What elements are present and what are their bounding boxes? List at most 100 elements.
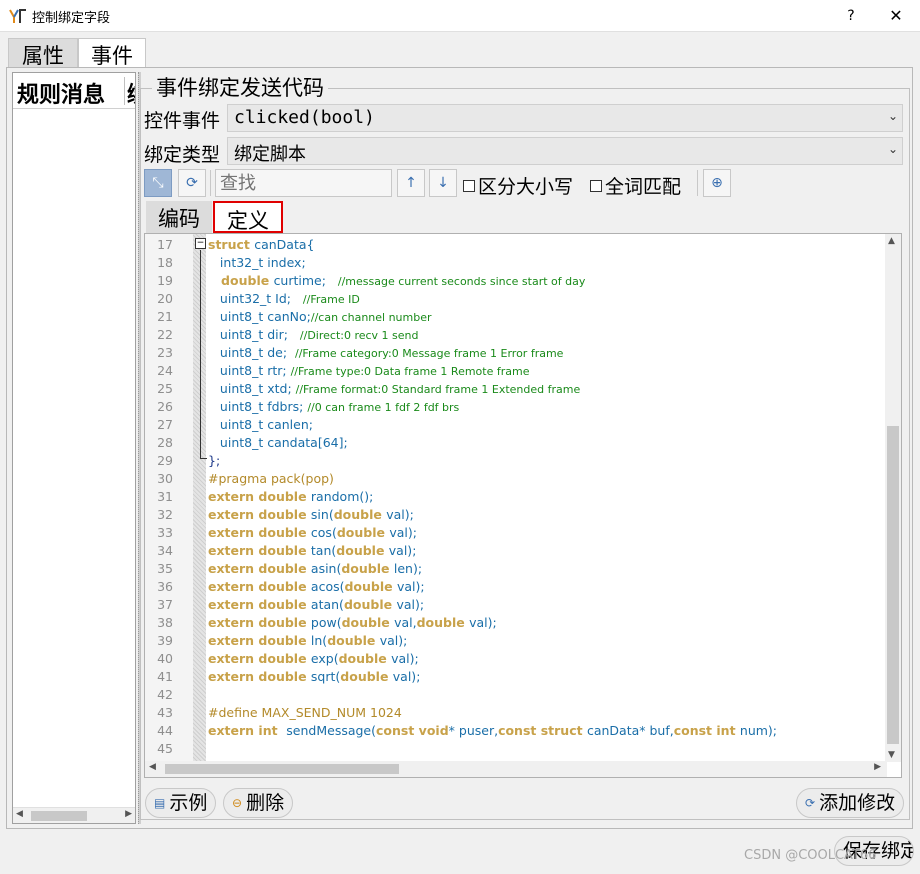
line-number: 23 — [157, 345, 173, 360]
line-number: 20 — [157, 291, 173, 306]
code-line: 18 int32_t index; — [145, 254, 885, 272]
code-token: val); — [396, 579, 425, 594]
find-prev-button[interactable]: ↑ — [397, 169, 425, 197]
title-bar: 控制绑定字段 ? ✕ — [0, 0, 920, 32]
list-horizontal-scrollbar[interactable]: ◀ ▶ — [13, 807, 135, 823]
rule-list[interactable]: 规则消息 绑 ◀ ▶ — [12, 72, 136, 824]
code-line: 19 double curtime; //message current sec… — [145, 272, 885, 290]
window-title: 控制绑定字段 — [32, 11, 111, 26]
code-token: uint8_t fdbrs; — [208, 399, 308, 414]
zoom-button[interactable]: ⊕ — [703, 169, 731, 197]
code-line: 39 extern double ln(double val); — [145, 632, 885, 650]
code-token: const struct — [498, 723, 587, 738]
editor-vertical-scrollbar[interactable]: ▲ ▼ — [885, 234, 901, 762]
scroll-right-icon[interactable]: ▶ — [874, 762, 881, 772]
example-button[interactable]: ▤ 示例 — [145, 788, 217, 818]
code-text: uint8_t de; //Frame category:0 Message f… — [208, 344, 564, 363]
column-header-rule-message[interactable]: 规则消息 — [17, 77, 105, 108]
line-number: 31 — [157, 489, 173, 504]
code-token: double — [416, 615, 470, 630]
arrow-up-icon: ↑ — [405, 175, 417, 191]
code-token: random(); — [310, 489, 374, 504]
tab-events[interactable]: 事件 — [78, 38, 146, 68]
line-number: 19 — [157, 273, 173, 288]
scroll-down-icon[interactable]: ▼ — [888, 750, 895, 760]
close-button[interactable]: ✕ — [882, 4, 910, 28]
scroll-thumb[interactable] — [887, 426, 899, 744]
code-line: 17 struct canData{ — [145, 236, 885, 254]
whole-word-label: 全词匹配 — [605, 176, 682, 198]
line-number: 32 — [157, 507, 173, 522]
line-number: 29 — [157, 453, 173, 468]
add-modify-button[interactable]: ⟳ 添加修改 — [796, 788, 905, 818]
code-token: double — [344, 579, 397, 594]
code-token: extern double — [208, 507, 311, 522]
code-token: sqrt( — [310, 669, 341, 684]
code-line: 21 uint8_t canNo;//can channel number — [145, 308, 885, 326]
scroll-up-icon[interactable]: ▲ — [888, 236, 895, 246]
code-token: //Frame format:0 Standard frame 1 Extend… — [295, 383, 581, 396]
refresh-icon: ⟳ — [186, 175, 198, 191]
expand-button[interactable]: ⤡ — [144, 169, 172, 197]
code-token: int32_t index; — [208, 255, 306, 270]
whole-word-checkbox[interactable]: 全词匹配 — [590, 172, 681, 199]
code-line: 33 extern double cos(double val); — [145, 524, 885, 542]
event-select[interactable]: clicked(bool) ⌄ — [227, 104, 903, 132]
code-line: 32 extern double sin(double val); — [145, 506, 885, 524]
match-case-checkbox[interactable]: 区分大小写 — [463, 172, 573, 199]
code-text: uint8_t fdbrs; //0 can frame 1 fdf 2 fdf… — [208, 398, 459, 417]
checkbox-icon — [590, 179, 602, 192]
refresh-button[interactable]: ⟳ — [178, 169, 206, 197]
code-text: double curtime; //message current second… — [208, 272, 585, 291]
code-token: extern double — [208, 579, 311, 594]
code-token: extern double — [208, 651, 311, 666]
magnifier-icon: ⊕ — [711, 175, 723, 191]
code-token: double — [340, 669, 393, 684]
editor-horizontal-scrollbar[interactable]: ◀ ▶ — [145, 761, 887, 777]
code-token: * puser, — [448, 723, 499, 738]
code-token: extern double — [208, 489, 311, 504]
tab-properties[interactable]: 属性 — [8, 38, 78, 68]
code-token: uint32_t Id; — [208, 291, 303, 306]
code-text: extern double ln(double val); — [208, 632, 407, 650]
code-token: //can channel number — [310, 311, 432, 324]
code-token: tan( — [310, 543, 337, 558]
scroll-thumb[interactable] — [31, 811, 87, 821]
code-token: uint8_t canlen; — [208, 417, 313, 432]
event-label: 控件事件 — [144, 110, 221, 132]
code-line: 40 extern double exp(double val); — [145, 650, 885, 668]
code-token: pow( — [310, 615, 342, 630]
line-number: 40 — [157, 651, 173, 666]
scroll-thumb[interactable] — [165, 764, 399, 774]
scroll-left-icon[interactable]: ◀ — [149, 762, 156, 772]
help-button[interactable]: ? — [838, 4, 864, 28]
code-token: val); — [392, 669, 421, 684]
delete-button[interactable]: ⊖ 删除 — [223, 788, 294, 818]
document-icon: ▤ — [154, 796, 166, 810]
code-text: uint8_t dir; //Direct:0 recv 1 send — [208, 326, 419, 345]
tab-definition[interactable]: 定义 — [213, 201, 283, 233]
code-token: const int — [673, 723, 740, 738]
code-line: 41 extern double sqrt(double val); — [145, 668, 885, 686]
bind-type-select[interactable]: 绑定脚本 ⌄ — [227, 137, 903, 165]
toolbar-divider — [697, 170, 698, 196]
code-token: double — [341, 561, 394, 576]
code-token: struct — [208, 237, 255, 252]
column-divider[interactable] — [124, 77, 125, 105]
line-number: 21 — [157, 309, 173, 324]
code-text: uint8_t rtr; //Frame type:0 Data frame 1… — [208, 362, 530, 381]
code-token: sin( — [310, 507, 334, 522]
match-case-label: 区分大小写 — [478, 176, 574, 198]
code-line: 44 extern int sendMessage(const void* pus… — [145, 722, 885, 740]
find-next-button[interactable]: ↓ — [429, 169, 457, 197]
scroll-right-icon[interactable]: ▶ — [125, 809, 132, 819]
code-line: 27 uint8_t canlen; — [145, 416, 885, 434]
tab-code[interactable]: 编码 — [146, 201, 212, 233]
column-header-bind[interactable]: 绑 — [127, 77, 135, 108]
code-text: extern double tan(double val); — [208, 542, 416, 560]
code-token: val); — [388, 543, 417, 558]
line-number: 43 — [157, 705, 173, 720]
search-input[interactable] — [215, 169, 392, 197]
scroll-left-icon[interactable]: ◀ — [16, 809, 23, 819]
code-editor[interactable]: − 17 struct canData{18 int32_t index; 19 d… — [144, 233, 902, 778]
